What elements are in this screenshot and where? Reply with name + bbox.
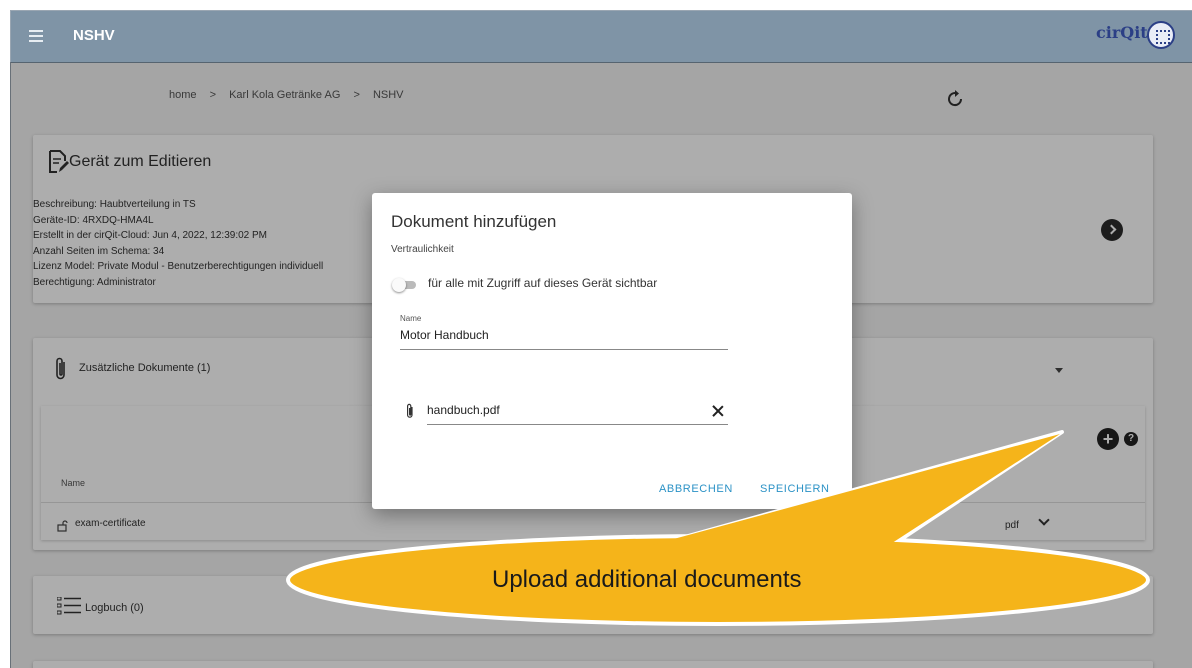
app-title: NSHV: [73, 27, 115, 44]
visibility-toggle-label: für alle mit Zugriff auf dieses Gerät si…: [428, 276, 658, 290]
top-bar: NSHV cirQit: [11, 11, 1192, 63]
attachment-icon: [407, 403, 413, 418]
cirqit-logo: cirQit: [1096, 23, 1148, 42]
dialog-title: Dokument hinzufügen: [391, 212, 557, 231]
file-input[interactable]: handbuch.pdf: [427, 403, 728, 425]
confidentiality-label: Vertraulichkeit: [391, 244, 454, 255]
logo-badge-icon: [1147, 21, 1175, 49]
name-field-label: Name: [400, 314, 422, 323]
name-input[interactable]: Motor Handbuch: [400, 328, 728, 350]
save-button[interactable]: SPEICHERN: [760, 483, 830, 495]
cancel-button[interactable]: ABBRECHEN: [659, 483, 733, 495]
visibility-toggle[interactable]: [392, 278, 416, 292]
callout-text: Upload additional documents: [492, 566, 802, 593]
add-document-dialog: Dokument hinzufügen Vertraulichkeit für …: [372, 193, 852, 509]
hamburger-menu-icon[interactable]: [29, 30, 43, 42]
clear-file-icon[interactable]: [712, 405, 724, 417]
